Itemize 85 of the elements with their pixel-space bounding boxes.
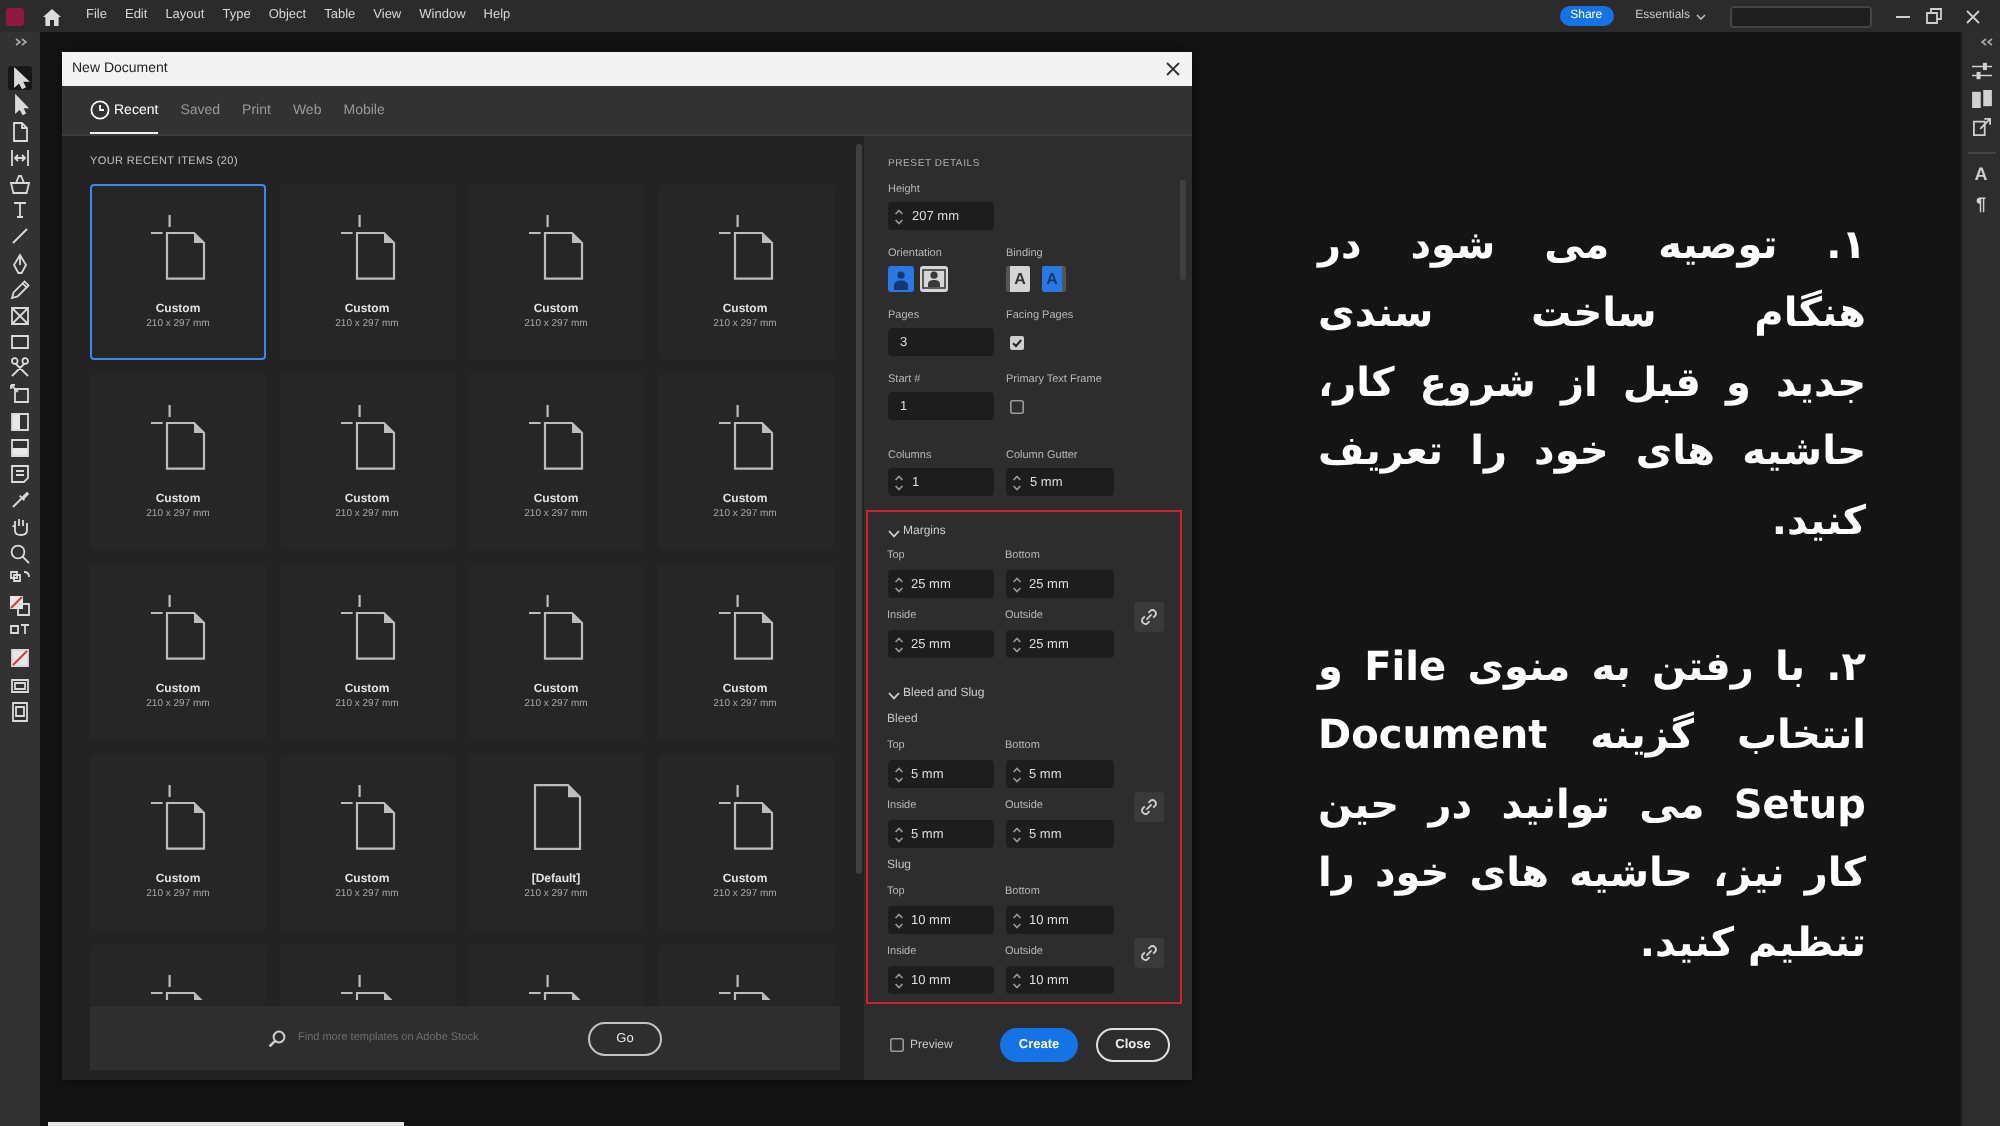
transform-icon[interactable] [8, 382, 32, 407]
document-crop-marks-icon [528, 213, 584, 279]
pen-nib-icon[interactable] [8, 251, 32, 275]
frame-icon[interactable] [8, 303, 32, 328]
document-crop-marks-icon [339, 593, 395, 659]
checkbox[interactable] [890, 1038, 904, 1052]
spinner-icon[interactable] [893, 911, 903, 929]
document-crop-marks-icon [150, 973, 206, 999]
document-crop-marks-icon [150, 403, 206, 469]
app-logo-icon [6, 7, 24, 25]
document-crop-marks-icon [717, 213, 773, 279]
link-icon[interactable] [1133, 937, 1163, 967]
spinner-icon[interactable] [1012, 473, 1022, 491]
close-icon[interactable] [1166, 62, 1180, 76]
spinner-icon[interactable] [893, 635, 903, 653]
pointer-arrow-icon[interactable] [8, 66, 32, 91]
link-icon[interactable] [1133, 601, 1163, 631]
spinner-icon[interactable] [1011, 575, 1021, 593]
binding-left-button[interactable]: A [1006, 266, 1030, 292]
fill-stroke-icon[interactable] [8, 593, 32, 618]
feather-swatch-icon[interactable] [8, 435, 32, 460]
document-crop-marks-icon [717, 403, 773, 469]
note-icon[interactable] [8, 462, 32, 486]
view-mode-icon[interactable] [8, 673, 32, 697]
document-icon [528, 783, 584, 849]
spinner-icon[interactable] [1011, 825, 1021, 843]
link-icon[interactable] [1133, 791, 1163, 821]
paragraph-panel-button[interactable]: ¶ [1975, 194, 1986, 216]
document-crop-marks-icon [717, 783, 773, 849]
spinner-icon[interactable] [893, 575, 903, 593]
pencil-icon[interactable] [8, 277, 32, 302]
collapse-icon[interactable] [13, 38, 27, 46]
instruction-paragraph: ۲. با رفتن به منوی File و انتخاب گزینه Document Setup می توانید در حین کار نیز، حاشیه های خود را تنظیم کنید. [1318, 640, 1866, 970]
spinner-icon[interactable] [894, 207, 904, 225]
document-crop-marks-icon [528, 593, 584, 659]
gradient-swatch-icon[interactable] [8, 409, 32, 434]
sliders-icon[interactable] [1971, 62, 1991, 80]
portrait-orientation-icon[interactable] [888, 266, 914, 292]
horizontal-scrollbar[interactable] [48, 1122, 404, 1126]
spinner-icon[interactable] [1011, 765, 1021, 783]
clock-icon [90, 100, 110, 121]
document-crop-marks-icon [150, 783, 206, 849]
document-crop-marks-icon [528, 403, 584, 469]
minimize-icon[interactable] [1896, 15, 1910, 17]
line-icon[interactable] [8, 224, 32, 249]
document-crop-marks-icon [339, 403, 395, 469]
spinner-icon[interactable] [893, 825, 903, 843]
landscape-orientation-icon[interactable] [920, 266, 948, 292]
search-field[interactable] [1730, 5, 1872, 27]
document-crop-marks-icon [150, 213, 206, 279]
zoom-icon[interactable] [8, 541, 32, 566]
eyedropper-icon[interactable] [8, 488, 32, 513]
spinner-icon[interactable] [1011, 971, 1021, 989]
document-crop-marks-icon [150, 593, 206, 659]
basket-icon[interactable] [8, 171, 32, 196]
spinner-icon[interactable] [1011, 911, 1021, 929]
gap-icon[interactable] [8, 145, 32, 170]
document-crop-marks-icon [717, 593, 773, 659]
instruction-paragraph: ۱. توصیه می شود در هنگام ساخت سندی جدید و قبل از شروع کار، حاشیه های خود را تعریف کنید. [1318, 218, 1866, 548]
character-panel-button[interactable]: A [1974, 164, 1988, 186]
document-crop-marks-icon [339, 973, 395, 999]
rectangle-icon[interactable] [8, 330, 32, 355]
document-crop-marks-icon [339, 783, 395, 849]
export-icon[interactable] [1971, 118, 1991, 136]
checkbox[interactable] [1010, 335, 1024, 349]
spinner-icon[interactable] [894, 473, 904, 491]
home-icon[interactable] [42, 7, 62, 25]
spinner-icon[interactable] [893, 971, 903, 989]
hand-icon[interactable] [8, 514, 32, 539]
collapse-icon[interactable] [1980, 38, 1994, 46]
search-icon [268, 1029, 286, 1047]
none-swatch-icon[interactable] [8, 646, 32, 671]
caret-icon [1696, 13, 1706, 19]
document-crop-marks-icon [339, 213, 395, 279]
document-crop-marks-icon [717, 973, 773, 999]
restore-icon[interactable] [1926, 8, 1942, 24]
spinner-icon[interactable] [1011, 635, 1021, 653]
document-crop-marks-icon [528, 973, 584, 999]
text-cursor-icon[interactable] [8, 198, 32, 223]
scissors-icon[interactable] [8, 356, 32, 381]
screen-mode-icon[interactable] [8, 699, 32, 724]
checkbox[interactable] [1010, 399, 1024, 413]
pages-icon[interactable] [1971, 90, 1991, 108]
page-icon[interactable] [8, 119, 32, 144]
spinner-icon[interactable] [893, 765, 903, 783]
